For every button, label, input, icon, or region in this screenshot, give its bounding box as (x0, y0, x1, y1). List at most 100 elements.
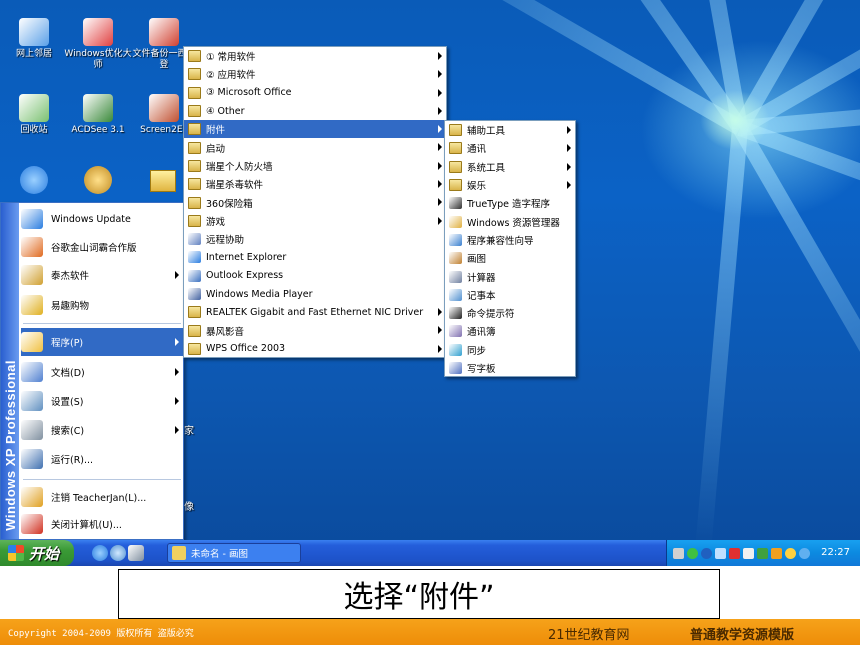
tray-ime-icon[interactable] (799, 547, 810, 559)
xp-banner-text: Windows XP Professional (3, 360, 18, 531)
menu-item[interactable]: Outlook Express (184, 267, 446, 285)
tray-globe-icon[interactable] (701, 547, 712, 559)
start-menu-item-label: 运行(R)... (51, 455, 94, 466)
desktop-icon-ie[interactable] (20, 166, 48, 194)
quicklaunch-ie-icon[interactable] (92, 545, 108, 561)
menu-item[interactable]: 通讯簿 (445, 322, 575, 340)
folder-icon (188, 123, 201, 136)
menu-item[interactable]: 辅助工具 (445, 121, 575, 139)
menu-item-label: 附件 (206, 125, 226, 137)
programs-menu: ① 常用软件 ② 应用软件 ③ Microsoft Office ④ Other 附件启… (183, 46, 447, 358)
menu-item[interactable]: 附件 (184, 120, 446, 139)
menu-item-label: 辅助工具 (467, 126, 506, 138)
menu-item-label: 瑞星个人防火墙 (206, 161, 273, 173)
tray-umbrella-icon[interactable] (757, 547, 768, 559)
menu-item[interactable]: 360保险箱 (184, 193, 446, 211)
menu-item-label: 计算器 (467, 272, 496, 284)
menu-item-label: 远程协助 (206, 235, 245, 247)
menu-item[interactable]: REALTEK Gigabit and Fast Ethernet NIC Dr… (184, 303, 446, 321)
menu-item[interactable]: ② 应用软件 (184, 65, 446, 83)
desktop-icon-app[interactable] (84, 166, 112, 194)
desktop-icon-label: Screen2Ex (140, 125, 188, 135)
submenu-arrow-icon (438, 70, 442, 79)
menu-item-label: 通讯 (467, 144, 487, 156)
menu-item[interactable]: WPS Office 2003 (184, 340, 446, 358)
menu-item[interactable]: ③ Microsoft Office (184, 84, 446, 102)
menu-item[interactable]: Windows 资源管理器 (445, 212, 575, 230)
quicklaunch-desktop-icon[interactable] (110, 545, 126, 561)
start-menu-item[interactable]: 搜索(C) (21, 416, 183, 444)
recycle-bin-icon (19, 94, 49, 122)
desktop-partial-label: 家 (184, 426, 194, 437)
tray-network-icon[interactable] (687, 547, 698, 559)
shutdown-icon (21, 514, 43, 534)
start-menu-item[interactable]: 设置(S) (21, 387, 183, 415)
menu-item[interactable]: 娱乐 (445, 176, 575, 194)
menu-item[interactable]: 程序兼容性向导 (445, 231, 575, 249)
menu-item[interactable]: TrueType 造字程序 (445, 194, 575, 212)
menu-item[interactable]: 远程协助 (184, 230, 446, 248)
menu-item[interactable]: 通讯 (445, 139, 575, 157)
start-menu-item[interactable]: 关闭计算机(U)... (21, 511, 183, 537)
start-menu-item[interactable]: 易趣购物 (21, 291, 183, 319)
taskbar-button-paint[interactable]: 未命名 - 画图 (167, 543, 301, 563)
tray-keyboard-icon[interactable] (673, 547, 684, 559)
menu-item-label: Windows Media Player (206, 288, 313, 300)
menu-item[interactable]: Windows Media Player (184, 285, 446, 303)
menu-item[interactable]: 命令提示符 (445, 304, 575, 322)
menu-item[interactable]: ① 常用软件 (184, 47, 446, 65)
tray-chat-icon[interactable] (785, 547, 796, 559)
submenu-arrow-icon (438, 216, 442, 225)
folder-icon (449, 179, 462, 192)
submenu-arrow-icon (175, 271, 179, 279)
menu-item[interactable]: 启动 (184, 138, 446, 156)
menu-item-label: 娱乐 (467, 181, 487, 193)
menu-item[interactable]: 瑞星个人防火墙 (184, 157, 446, 175)
clock[interactable]: 22:27 (821, 547, 850, 558)
start-menu-item[interactable]: 文档(D) (21, 358, 183, 386)
submenu-arrow-icon (438, 125, 442, 134)
start-menu-item[interactable]: 运行(R)... (21, 445, 183, 473)
tray-antivirus-icon[interactable] (771, 547, 782, 559)
start-menu-item[interactable]: 注销 TeacherJan(L)... (21, 484, 183, 510)
menu-item[interactable]: 暴风影音 (184, 321, 446, 339)
start-menu-item[interactable]: 泰杰软件 (21, 261, 183, 289)
menu-item-label: 启动 (206, 143, 226, 155)
outlook-icon (188, 269, 201, 282)
desktop-icon[interactable]: ACDSee 3.1 (64, 94, 132, 136)
menu-item[interactable]: 同步 (445, 341, 575, 359)
tray-display-icon[interactable] (715, 547, 726, 559)
menu-item[interactable]: 画图 (445, 249, 575, 267)
quicklaunch-media-icon[interactable] (128, 545, 144, 561)
desktop-icon[interactable]: 网上邻居 (0, 18, 68, 60)
start-menu-item[interactable]: 程序(P) (21, 328, 183, 356)
submenu-arrow-icon (175, 338, 179, 346)
folder-icon (188, 214, 201, 227)
start-menu-item[interactable]: 谷歌金山词霸合作版 (21, 233, 183, 261)
menu-item[interactable]: 写字板 (445, 359, 575, 377)
menu-item[interactable]: 系统工具 (445, 158, 575, 176)
desktop-icon[interactable]: 回收站 (0, 94, 68, 136)
menu-item[interactable]: Internet Explorer (184, 248, 446, 266)
folder-icon (188, 306, 201, 319)
submenu-arrow-icon (438, 52, 442, 60)
folder-icon (188, 159, 201, 172)
start-button[interactable]: 开始 (0, 540, 74, 566)
system-tray: 22:27 (666, 540, 860, 566)
menu-item[interactable]: 游戏 (184, 212, 446, 230)
menu-item-label: 程序兼容性向导 (467, 235, 534, 247)
desktop-icon-label: 回收站 (20, 125, 48, 135)
menu-item-label: 画图 (467, 254, 487, 266)
tray-shield-icon[interactable] (729, 547, 740, 559)
start-menu-item-label: 谷歌金山词霸合作版 (51, 243, 137, 254)
menu-item[interactable]: 计算器 (445, 267, 575, 285)
menu-item[interactable]: 瑞星杀毒软件 (184, 175, 446, 193)
desktop-icon[interactable]: Windows优化大师 (64, 18, 132, 71)
start-label: 开始 (29, 544, 60, 563)
desktop-icon-folder[interactable] (150, 170, 176, 192)
menu-item[interactable]: 记事本 (445, 286, 575, 304)
menu-item-label: 瑞星杀毒软件 (206, 180, 264, 192)
menu-item[interactable]: ④ Other (184, 102, 446, 120)
tray-volume-icon[interactable] (743, 547, 754, 559)
start-menu-item[interactable]: Windows Update (21, 205, 183, 233)
